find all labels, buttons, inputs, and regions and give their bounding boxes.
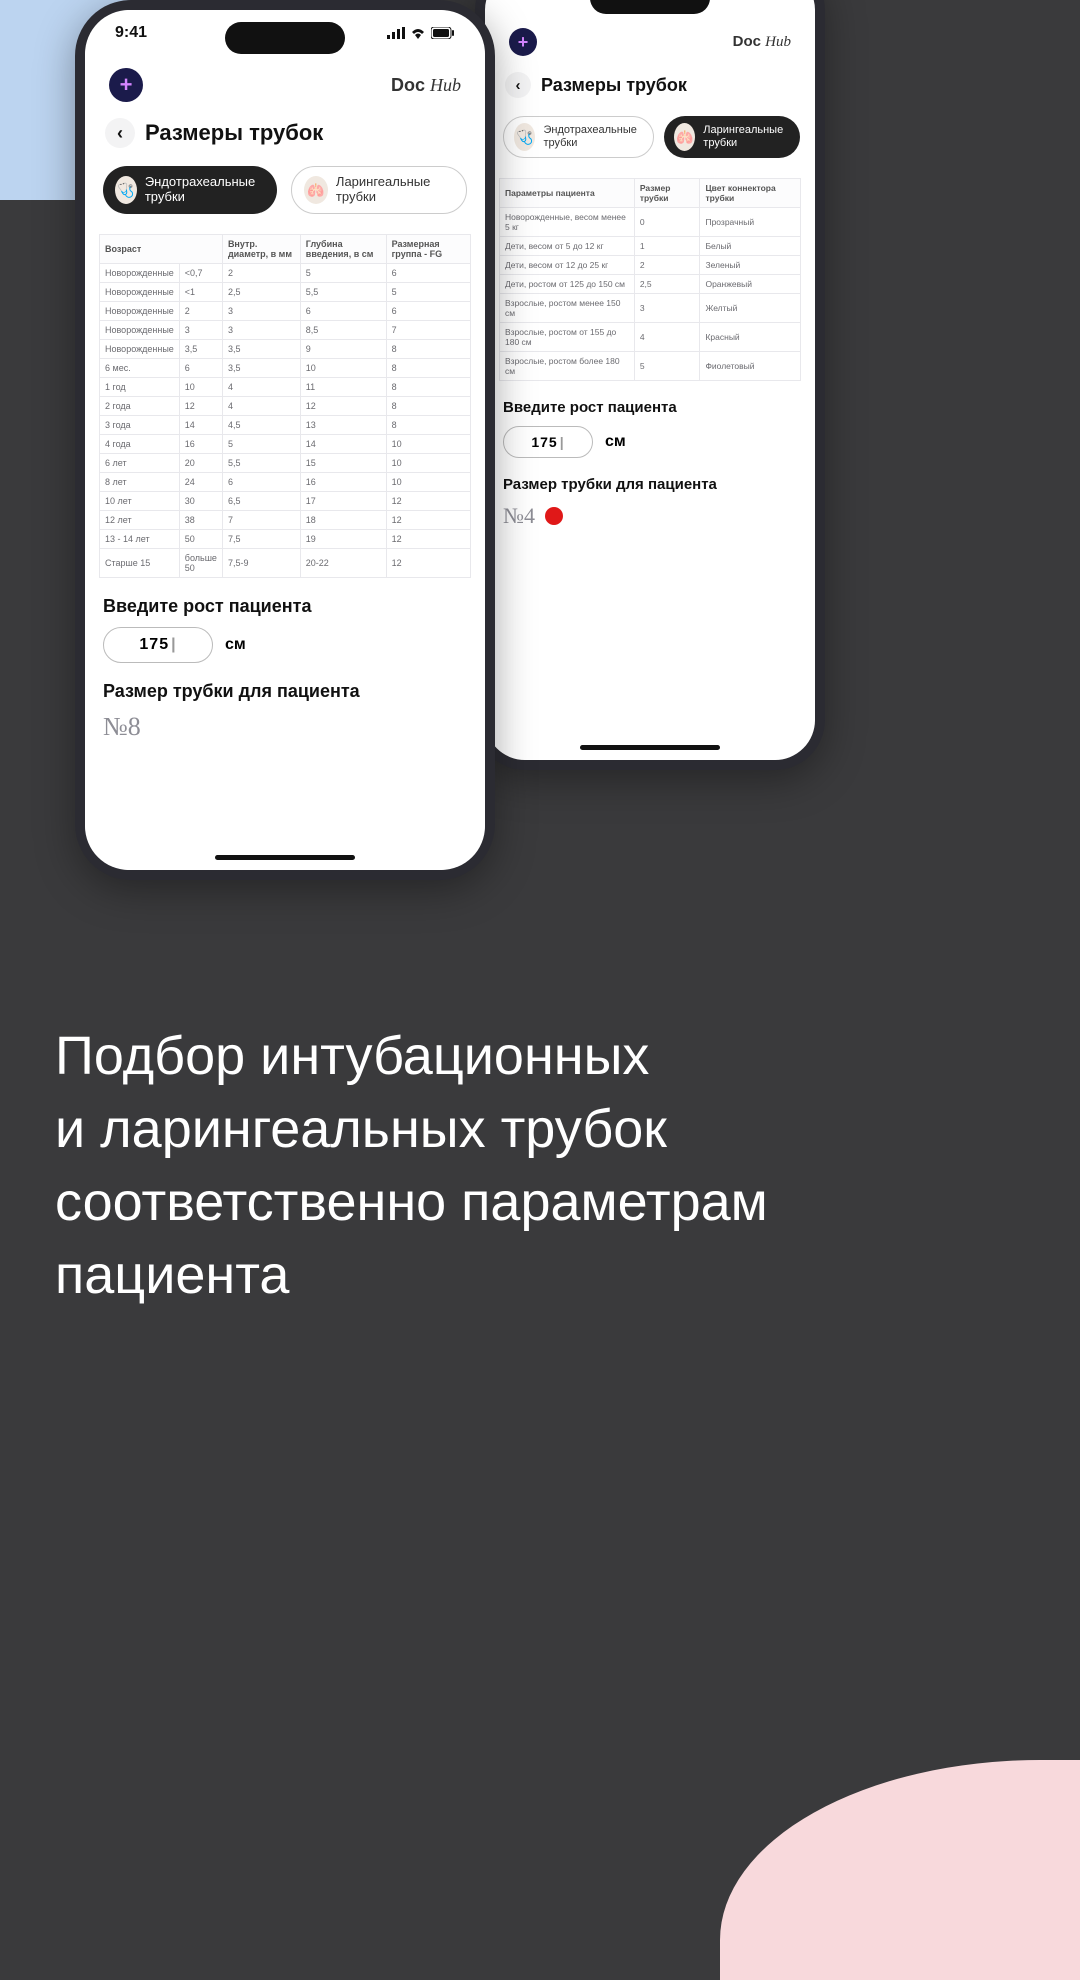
result-value: №8 <box>103 712 141 742</box>
battery-icon <box>431 27 455 39</box>
table-row: Новорожденные<12,55,55 <box>100 282 471 301</box>
table-row: Дети, весом от 5 до 12 кг1Белый <box>500 237 801 256</box>
table-row: Дети, весом от 12 до 25 кг2Зеленый <box>500 256 801 275</box>
phone-mockup-endotracheal: 9:41 + Doc Hub ‹ Размеры трубок 🩺 <box>75 0 495 880</box>
table-row: 6 мес.63,5108 <box>100 358 471 377</box>
table-row: Новорожденные2366 <box>100 301 471 320</box>
height-unit: см <box>225 636 246 654</box>
table-row: Старше 15больше 507,5-920-2212 <box>100 548 471 577</box>
page-title: Размеры трубок <box>541 75 687 96</box>
red-dot-icon <box>545 507 563 525</box>
table-row: Взрослые, ростом от 155 до 180 см4Красны… <box>500 323 801 352</box>
wifi-icon <box>410 27 426 39</box>
result-value: №4 <box>503 503 535 529</box>
app-brand: Doc Hub <box>733 33 791 51</box>
endotracheal-table: Возраст Внутр. диаметр, в мм Глубина вве… <box>99 234 471 578</box>
height-unit: см <box>605 433 626 451</box>
app-brand: Doc Hub <box>391 75 461 96</box>
app-logo: + <box>109 68 143 102</box>
table-row: Новорожденные, весом менее 5 кг0Прозрачн… <box>500 208 801 237</box>
enter-height-label: Введите рост пациента <box>503 399 797 416</box>
result-label: Размер трубки для пациента <box>503 476 797 493</box>
table-row: Новорожденные3,53,598 <box>100 339 471 358</box>
table-row: 2 года124128 <box>100 396 471 415</box>
height-input[interactable]: 175| <box>103 627 213 663</box>
table-row: Дети, ростом от 125 до 150 см2,5Оранжевы… <box>500 275 801 294</box>
back-button[interactable]: ‹ <box>105 118 135 148</box>
back-button[interactable]: ‹ <box>505 72 531 98</box>
table-row: Взрослые, ростом менее 150 см3Желтый <box>500 294 801 323</box>
table-row: 12 лет3871812 <box>100 510 471 529</box>
marketing-headline: Подбор интубационных и ларингеальных тру… <box>55 1020 995 1312</box>
status-time: 9:41 <box>115 24 147 42</box>
tube-icon: 🫁 <box>304 176 328 204</box>
table-row: Взрослые, ростом более 180 см5Фиолетовый <box>500 352 801 381</box>
table-row: 10 лет306,51712 <box>100 491 471 510</box>
status-icons <box>387 27 455 39</box>
table-row: 13 - 14 лет507,51912 <box>100 529 471 548</box>
tab-endotracheal[interactable]: 🩺 Эндотрахеальные трубки <box>103 166 277 214</box>
enter-height-label: Введите рост пациента <box>103 596 467 617</box>
result-label: Размер трубки для пациента <box>103 681 467 702</box>
tab-laryngeal[interactable]: 🫁 Ларингеальные трубки <box>291 166 467 214</box>
tab-label: Ларингеальные трубки <box>703 124 790 149</box>
table-row: 8 лет2461610 <box>100 472 471 491</box>
chevron-left-icon: ‹ <box>117 123 123 144</box>
table-row: 1 год104118 <box>100 377 471 396</box>
tab-endotracheal[interactable]: 🩺 Эндотрахеальные трубки <box>503 116 654 158</box>
cellular-icon <box>387 27 405 39</box>
phone-mockup-laryngeal: + Doc Hub ‹ Размеры трубок 🩺 Эндотрахеал… <box>475 0 825 770</box>
chevron-left-icon: ‹ <box>516 77 521 94</box>
app-logo: + <box>509 28 537 56</box>
tube-icon: 🩺 <box>514 123 535 151</box>
tube-icon: 🩺 <box>115 176 137 204</box>
page-title: Размеры трубок <box>145 120 323 146</box>
laryngeal-table: Параметры пациента Размер трубки Цвет ко… <box>499 178 801 381</box>
tube-icon: 🫁 <box>674 123 695 151</box>
table-row: Новорожденные<0,7256 <box>100 263 471 282</box>
height-input[interactable]: 175| <box>503 426 593 458</box>
table-row: 4 года1651410 <box>100 434 471 453</box>
table-row: 3 года144,5138 <box>100 415 471 434</box>
tab-label: Эндотрахеальные трубки <box>543 124 643 149</box>
tab-laryngeal[interactable]: 🫁 Ларингеальные трубки <box>664 116 800 158</box>
table-row: 6 лет205,51510 <box>100 453 471 472</box>
tab-label: Эндотрахеальные трубки <box>145 175 265 205</box>
tab-label: Ларингеальные трубки <box>336 175 454 205</box>
table-row: Новорожденные338,57 <box>100 320 471 339</box>
